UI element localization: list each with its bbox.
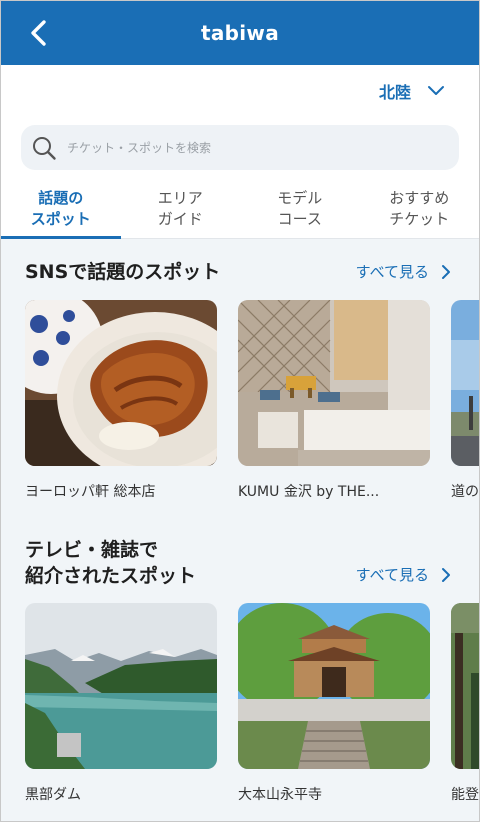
tab-label-line2: スポット	[30, 210, 91, 228]
tab-label-line1: モデル	[277, 189, 323, 207]
spot-card-label: 能登	[451, 787, 479, 803]
content-area: SNSで話題のスポット すべて見る ヨーロッパ軒 総本店 KUMU 金沢 by …	[1, 239, 479, 821]
spot-card-label: ヨーロッパ軒 総本店	[25, 484, 156, 500]
spot-photo-sauce-katsu	[25, 300, 217, 466]
spot-card-label: 道の	[451, 484, 479, 500]
chevron-right-icon	[442, 264, 450, 279]
search-icon	[33, 136, 56, 160]
spot-photo-eiheiji	[238, 603, 430, 769]
tab-label-line2: チケット	[389, 210, 450, 228]
chevron-down-icon	[428, 86, 444, 95]
spot-card[interactable]: 黒部ダム	[25, 603, 217, 804]
spot-card[interactable]: 能登	[451, 603, 479, 804]
app-header: tabiwa	[1, 1, 479, 65]
tab-label-line2: コース	[277, 210, 322, 228]
spot-photo-roadside-station	[451, 300, 479, 466]
category-tabs: 話題の スポット エリア ガイド モデル コース おすすめ チケット	[1, 179, 480, 240]
spot-card-label: KUMU 金沢 by THE...	[238, 484, 380, 500]
spot-card-label: 大本山永平寺	[238, 787, 322, 803]
tab-model-course[interactable]: モデル コース	[240, 179, 360, 239]
spot-photo-kurobe-dam	[25, 603, 217, 769]
chevron-left-icon	[31, 20, 46, 46]
tab-trending-spots[interactable]: 話題の スポット	[1, 179, 121, 240]
section-title-sns: SNSで話題のスポット	[25, 261, 221, 283]
spot-card-label: 黒部ダム	[25, 787, 81, 803]
card-carousel-media: 黒部ダム 大本山永平寺 能登	[25, 603, 479, 813]
search-bar[interactable]	[21, 125, 459, 170]
see-all-link-media[interactable]: すべて見る	[356, 564, 451, 585]
spot-photo-hotel-room	[238, 300, 430, 466]
search-input[interactable]	[67, 140, 427, 155]
section-title-line2: 紹介されたスポット	[25, 565, 197, 587]
see-all-link-sns[interactable]: すべて見る	[356, 261, 451, 282]
spot-card[interactable]: 大本山永平寺	[238, 603, 430, 804]
spot-card[interactable]: 道の	[451, 300, 479, 501]
tab-label-line1: 話題の	[38, 189, 84, 207]
see-all-label: すべて見る	[355, 263, 429, 281]
tab-label-line2: ガイド	[157, 210, 203, 228]
region-selector[interactable]: 北陸	[379, 77, 445, 105]
spot-card[interactable]: KUMU 金沢 by THE...	[238, 300, 430, 501]
tab-area-guide[interactable]: エリア ガイド	[121, 179, 241, 239]
see-all-label: すべて見る	[355, 566, 429, 584]
spot-photo-noto	[451, 603, 479, 769]
chevron-right-icon	[442, 567, 450, 582]
app-title: tabiwa	[200, 21, 279, 45]
tab-recommended-tickets[interactable]: おすすめ チケット	[360, 179, 480, 239]
section-title-line1: テレビ・雑誌で	[25, 539, 159, 561]
tab-label-line1: おすすめ	[389, 189, 450, 207]
tab-label-line1: エリア	[157, 189, 203, 207]
app-screen: tabiwa 北陸 話題の スポット エリア ガイド モデル	[1, 1, 479, 821]
spot-card[interactable]: ヨーロッパ軒 総本店	[25, 300, 217, 501]
region-label: 北陸	[378, 83, 411, 102]
section-title-media: テレビ・雑誌で 紹介されたスポット	[25, 537, 196, 589]
card-carousel-sns: ヨーロッパ軒 総本店 KUMU 金沢 by THE... 道の	[25, 300, 479, 510]
back-button[interactable]	[23, 17, 55, 49]
